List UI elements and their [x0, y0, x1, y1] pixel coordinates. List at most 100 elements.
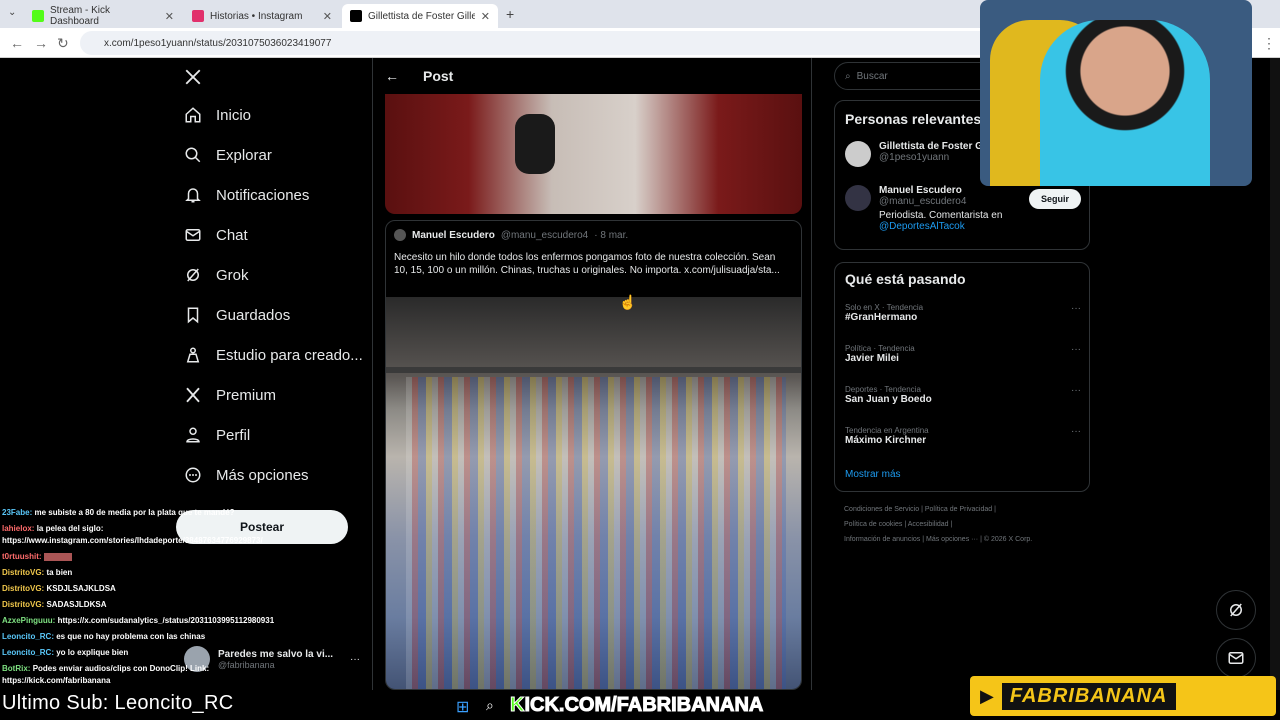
- chat-text: ta bien: [46, 568, 73, 577]
- quote-media-image[interactable]: [386, 297, 801, 689]
- more-dots-icon[interactable]: ···: [1071, 426, 1081, 437]
- nav-item-grok[interactable]: Grok: [184, 266, 249, 284]
- person-name: Manuel Escudero: [879, 185, 962, 196]
- post-media-image[interactable]: [385, 94, 802, 214]
- quote-handle: @manu_escudero4: [500, 229, 589, 241]
- footer-link[interactable]: Política de Privacidad: [925, 506, 992, 513]
- chat-message: Leoncito_RC: es que no hay problema con …: [2, 632, 362, 641]
- messages-fab-button[interactable]: [1216, 638, 1256, 678]
- nav-item-inicio[interactable]: Inicio: [184, 106, 251, 124]
- nav-label: Más opciones: [216, 466, 309, 484]
- tab-instagram[interactable]: Historias • Instagram ✕: [184, 4, 340, 28]
- emote-image: [43, 552, 72, 561]
- more-dots-icon[interactable]: ···: [1071, 303, 1081, 314]
- reload-icon[interactable]: ↻: [57, 35, 69, 52]
- wardrobe-rail: [386, 367, 801, 373]
- forward-icon[interactable]: →: [34, 35, 48, 51]
- chat-user: Leoncito_RC:: [2, 632, 54, 641]
- footer-copyright: © 2026 X Corp.: [983, 536, 1033, 543]
- quoted-post[interactable]: Manuel Escudero @manu_escudero4 · 8 mar.…: [385, 220, 802, 690]
- grok-icon: [1230, 603, 1242, 617]
- show-more-link[interactable]: Mostrar más: [845, 469, 901, 480]
- tab-x-post[interactable]: Gillettista de Foster Gillett en X ✕: [342, 4, 498, 28]
- nav-label: Explorar: [216, 146, 272, 164]
- trend-name: Máximo Kirchner: [845, 435, 927, 446]
- chat-user: DistritoVG:: [2, 600, 45, 609]
- trend-item[interactable]: Solo en X · Tendencia #GranHermano ···: [845, 303, 1081, 323]
- kick-url-label: KICK.COM/FABRIBANANA: [509, 694, 763, 717]
- cursor-icon: ☝: [619, 294, 637, 310]
- nav-label: Guardados: [216, 306, 291, 324]
- trend-item[interactable]: Política · Tendencia Javier Milei ···: [845, 344, 1081, 364]
- kick-k-letter: K: [509, 694, 525, 717]
- relevant-title: Personas relevantes: [845, 111, 982, 127]
- nav-label: Notificaciones: [216, 186, 310, 204]
- grok-fab-button[interactable]: [1216, 590, 1256, 630]
- back-icon[interactable]: ←: [10, 35, 24, 51]
- back-arrow-icon[interactable]: ←: [385, 68, 399, 84]
- footer-separator: |: [980, 536, 982, 543]
- footer-link[interactable]: Información de anuncios: [844, 536, 920, 543]
- person-handle: @1peso1yuann: [879, 152, 950, 163]
- chat-text: es que no hay problema con las chinas: [56, 632, 206, 641]
- nav-item-explorar[interactable]: Explorar: [184, 146, 272, 164]
- chat-user: DistritoVG:: [2, 568, 45, 577]
- nav-item-guardados[interactable]: Guardados: [184, 306, 290, 324]
- grok-icon: [187, 268, 199, 282]
- trend-item[interactable]: Tendencia en Argentina Máximo Kirchner ·…: [845, 426, 1081, 446]
- post-header-title: Post: [423, 68, 454, 84]
- tab-kick-dashboard[interactable]: Stream - Kick Dashboard ✕: [24, 4, 182, 28]
- chat-user: Leoncito_RC:: [2, 648, 54, 657]
- close-icon[interactable]: ✕: [165, 10, 174, 23]
- new-tab-button[interactable]: +: [506, 6, 514, 22]
- more-icon: [185, 467, 201, 483]
- relevant-person[interactable]: Manuel Escudero @manu_escudero4 Periodis…: [845, 185, 1029, 232]
- quote-header: Manuel Escudero @manu_escudero4 · 8 mar.: [394, 229, 628, 241]
- page-scrollbar[interactable]: [1270, 58, 1280, 720]
- chat-message: DistritoVG: KSDJLSAJKLDSA: [2, 584, 362, 593]
- chat-text: SADASJLDKSA: [46, 600, 107, 609]
- chat-user: t0rtuushit:: [2, 552, 42, 561]
- footer-link[interactable]: Política de cookies: [844, 521, 902, 528]
- more-dots-icon[interactable]: ···: [1071, 344, 1081, 355]
- webcam-overlay: [980, 0, 1252, 186]
- relevant-person[interactable]: Gillettista de Foster G @1peso1yuann: [845, 141, 983, 167]
- nav-item-chat[interactable]: Chat: [184, 226, 248, 244]
- menu-icon[interactable]: ⋮: [1262, 35, 1276, 52]
- quote-author[interactable]: Manuel Escudero: [412, 230, 495, 241]
- tab-title: Historias • Instagram: [210, 10, 303, 22]
- chat-user: 23Fabe:: [2, 508, 33, 517]
- footer-separator: |: [994, 506, 996, 513]
- close-icon[interactable]: ✕: [323, 10, 332, 23]
- nav-item-notificaciones[interactable]: Notificaciones: [184, 186, 309, 204]
- tab-search-icon[interactable]: ⌄: [8, 7, 16, 18]
- person-icon: [186, 427, 200, 443]
- x-icon: [186, 387, 200, 403]
- chat-message: t0rtuushit:: [2, 552, 362, 561]
- more-dots-icon[interactable]: ···: [1071, 385, 1081, 396]
- trend-name: San Juan y Boedo: [845, 394, 932, 405]
- bell-icon: [185, 188, 201, 203]
- person-mention-link[interactable]: @DeportesAlTacok: [879, 221, 1029, 232]
- x-favicon-icon: [350, 10, 362, 22]
- close-icon[interactable]: ✕: [481, 10, 490, 23]
- nav-item-estudio[interactable]: Estudio para creado...: [184, 346, 363, 364]
- trend-name: #GranHermano: [845, 312, 918, 323]
- x-logo-icon[interactable]: [184, 68, 202, 86]
- follow-button[interactable]: Seguir: [1029, 189, 1081, 209]
- chat-message: DistritoVG: SADASJLDKSA: [2, 600, 362, 609]
- person-name: Gillettista de Foster G: [879, 141, 983, 152]
- trend-item[interactable]: Deportes · Tendencia San Juan y Boedo ··…: [845, 385, 1081, 405]
- chat-user: AzxePinguuu:: [2, 616, 56, 625]
- footer-link[interactable]: Accesibilidad: [908, 521, 949, 528]
- nav-item-premium[interactable]: Premium: [184, 386, 276, 404]
- footer-link[interactable]: Condiciones de Servicio: [844, 506, 919, 513]
- nav-item-perfil[interactable]: Perfil: [184, 426, 250, 444]
- trends-title: Qué está pasando: [845, 271, 966, 287]
- avatar: [845, 141, 871, 167]
- brand-banner: ▶ FABRIBANANA: [970, 676, 1276, 716]
- avatar: [394, 229, 406, 241]
- footer-link[interactable]: Más opciones ···: [926, 536, 978, 543]
- nav-item-mas-opciones[interactable]: Más opciones: [184, 466, 309, 484]
- instagram-favicon-icon: [192, 10, 204, 22]
